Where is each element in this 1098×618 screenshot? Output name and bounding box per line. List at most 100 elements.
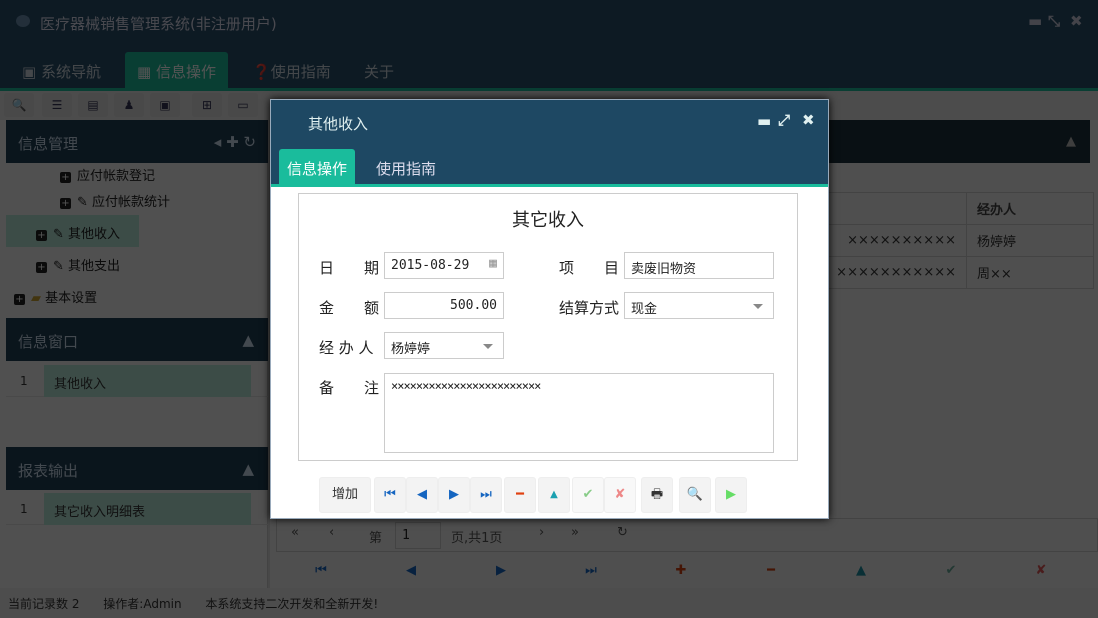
- folder-icon: ▰: [31, 291, 46, 306]
- status-bar: 当前记录数 2 操作者:Admin 本系统支持二次开发和全新开发!: [0, 588, 1098, 618]
- prev-record-button[interactable]: ◀: [406, 477, 438, 513]
- cancel-button[interactable]: ✘: [604, 477, 636, 513]
- tree-item[interactable]: + ▰ 基本设置: [14, 279, 97, 311]
- next-record-button[interactable]: ▶: [456, 557, 546, 585]
- document-tool-icon[interactable]: ▤: [78, 93, 108, 117]
- minimize-icon[interactable]: ▬: [757, 112, 771, 130]
- list-item[interactable]: 1 其它收入明细表: [6, 493, 268, 525]
- collapse-icon[interactable]: ▲: [242, 460, 254, 478]
- title-bar: 医疗器械销售管理系统(非注册用户) ▬ ⤡ ✖: [0, 0, 1098, 45]
- column-header[interactable]: 经办人: [966, 192, 1094, 225]
- last-record-button[interactable]: ⏭: [546, 557, 636, 585]
- handler-select[interactable]: 杨婷婷: [384, 332, 504, 359]
- status-message: 本系统支持二次开发和全新开发!: [205, 597, 379, 611]
- dialog-title: 其他收入: [308, 115, 369, 133]
- amount-field[interactable]: 500.00: [384, 292, 504, 319]
- screen-tool-icon[interactable]: ▣: [150, 93, 180, 117]
- first-record-button[interactable]: ⏮: [276, 557, 366, 585]
- note-label: 备 注: [319, 379, 380, 397]
- save-button[interactable]: ✔: [572, 477, 604, 513]
- maximize-icon[interactable]: ⤢: [778, 111, 790, 129]
- prev-record-button[interactable]: ◀: [366, 557, 456, 585]
- next-page-icon[interactable]: ›: [539, 525, 544, 540]
- add-button[interactable]: 增加: [319, 477, 371, 513]
- tool-icon: ✎: [53, 259, 69, 274]
- first-record-button[interactable]: ⏮: [374, 477, 406, 513]
- tab-system-nav[interactable]: ▣ 系统导航: [10, 52, 113, 88]
- first-page-icon[interactable]: «: [291, 525, 299, 540]
- tree-item[interactable]: + ✎ 其他支出: [36, 247, 120, 279]
- edit-record-button[interactable]: ▲: [816, 557, 906, 585]
- page-prefix: 第: [369, 531, 383, 546]
- list-tool-icon[interactable]: ☰: [42, 93, 72, 117]
- date-field[interactable]: 2015-08-29 ▦: [384, 252, 504, 279]
- close-icon[interactable]: ✖: [1070, 12, 1083, 30]
- note-textarea[interactable]: ××××××××××××××××××××××××: [384, 373, 774, 453]
- last-record-button[interactable]: ⏭: [470, 477, 502, 513]
- panel-tools-icon[interactable]: ◂ ✚ ↻: [214, 133, 256, 151]
- app-title: 医疗器械销售管理系统(非注册用户): [40, 15, 277, 33]
- restore-icon[interactable]: ⤡: [1048, 12, 1060, 30]
- operator: 操作者:Admin: [103, 597, 182, 611]
- refresh-icon[interactable]: ↻: [617, 525, 628, 540]
- income-form: 其它收入 日 期 2015-08-29 ▦ 项 目 卖废旧物资 金 额 500.0…: [298, 193, 798, 461]
- monitor-icon: ▣: [22, 63, 41, 81]
- expand-icon[interactable]: +: [14, 294, 25, 305]
- add-window-tool-icon[interactable]: ⊞: [192, 93, 222, 117]
- collapse-icon[interactable]: ▲: [1066, 134, 1076, 149]
- print-icon[interactable]: 🖶: [641, 477, 673, 513]
- run-icon[interactable]: ▶: [715, 477, 747, 513]
- user-tool-icon[interactable]: ♟: [114, 93, 144, 117]
- expand-icon[interactable]: +: [36, 230, 47, 241]
- tree-label: 应付帐款统计: [92, 195, 171, 210]
- list-item[interactable]: 1 其他收入: [6, 365, 268, 397]
- panel-title: 信息窗口: [18, 333, 79, 351]
- add-record-button[interactable]: ✚: [636, 557, 726, 585]
- tab-about[interactable]: 关于: [352, 52, 406, 88]
- panel-title: 信息管理: [18, 135, 79, 153]
- search-tool-icon[interactable]: 🔍: [4, 93, 34, 117]
- expand-icon[interactable]: +: [60, 172, 71, 183]
- prev-page-icon[interactable]: ‹: [329, 525, 334, 540]
- tree-label: 应付帐款登记: [77, 169, 156, 184]
- calendar-icon[interactable]: ▦: [489, 256, 497, 271]
- cell: 周××: [966, 256, 1094, 289]
- panel-header-reports: 报表输出 ▲: [6, 447, 268, 490]
- tree-item[interactable]: + ✎ 应付帐款统计: [60, 185, 170, 215]
- cancel-record-button[interactable]: ✘: [996, 557, 1086, 585]
- save-record-button[interactable]: ✔: [906, 557, 996, 585]
- tool-icon: ✎: [53, 227, 69, 242]
- collapse-icon[interactable]: ▲: [242, 331, 254, 349]
- tab-guide[interactable]: 使用指南: [368, 149, 444, 184]
- cell: 杨婷婷: [966, 224, 1094, 257]
- item-label: 项 目: [559, 259, 620, 277]
- minimize-icon[interactable]: ▬: [1028, 12, 1042, 30]
- tree-item-selected[interactable]: + ✎ 其他收入: [6, 215, 139, 247]
- last-page-icon[interactable]: »: [571, 525, 579, 540]
- tree-label: 其他支出: [68, 259, 121, 274]
- expand-icon[interactable]: +: [60, 198, 71, 209]
- app-logo-icon: [16, 15, 30, 27]
- row-number: 1: [20, 374, 28, 388]
- record-count: 当前记录数 2: [8, 597, 80, 611]
- page-total: 页,共1页: [451, 531, 503, 546]
- expand-icon[interactable]: +: [36, 262, 47, 273]
- edit-button[interactable]: ▲: [538, 477, 570, 513]
- next-record-button[interactable]: ▶: [438, 477, 470, 513]
- item-field[interactable]: 卖废旧物资: [624, 252, 774, 279]
- dialog-tabs: 信息操作 使用指南: [271, 149, 828, 187]
- grid-icon: ▦: [137, 63, 156, 81]
- preview-icon[interactable]: 🔍: [679, 477, 711, 513]
- window-tool-icon[interactable]: ▭: [228, 93, 258, 117]
- delete-button[interactable]: ━: [504, 477, 536, 513]
- delete-record-button[interactable]: ━: [726, 557, 816, 585]
- close-icon[interactable]: ✖: [802, 111, 815, 129]
- date-value: 2015-08-29: [391, 258, 470, 273]
- tab-info-ops[interactable]: 信息操作: [279, 149, 356, 184]
- sidebar: 信息管理 ◂ ✚ ↻ + 应付帐款登记 + ✎ 应付帐款统计 + ✎ 其他收入 + ✎ 其…: [0, 120, 268, 588]
- tab-guide[interactable]: ❓使用指南: [240, 52, 343, 88]
- tree-item[interactable]: + 应付帐款登记: [60, 163, 155, 185]
- settle-select[interactable]: 现金: [624, 292, 774, 319]
- tab-info-ops[interactable]: ▦ 信息操作: [125, 52, 228, 88]
- page-input[interactable]: 1: [395, 522, 441, 549]
